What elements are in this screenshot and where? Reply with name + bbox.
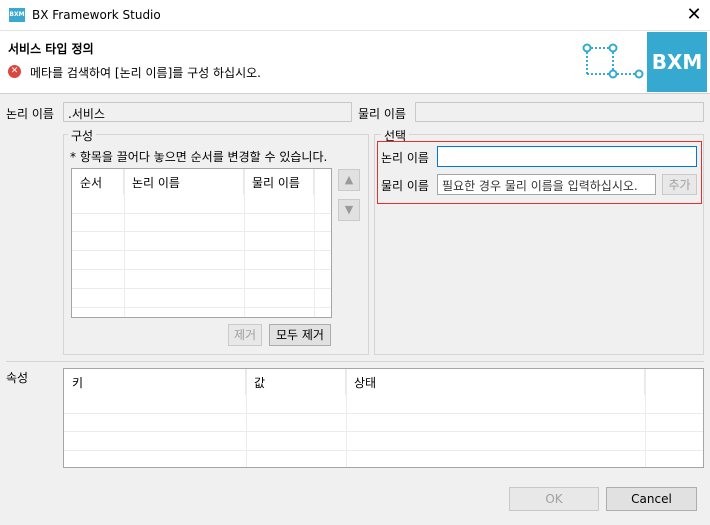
triangle-down-icon: ▼ (344, 203, 354, 216)
bxm-logo: BXM (647, 32, 707, 92)
logical-name-label: 논리 이름 (6, 107, 54, 121)
error-message: 메타를 검색하여 [논리 이름]를 구성 하십시오. (30, 66, 261, 80)
close-icon[interactable]: ✕ (682, 3, 706, 27)
add-button[interactable]: 추가 (662, 174, 697, 195)
column-header-value[interactable]: 값 (246, 369, 346, 395)
remove-button[interactable]: 제거 (228, 324, 262, 346)
selection-logical-label: 논리 이름 (381, 151, 429, 165)
app-icon: BXM (9, 8, 25, 22)
composition-table[interactable]: 순서 논리 이름 물리 이름 (71, 168, 332, 318)
window-title: BX Framework Studio (32, 8, 161, 22)
remove-all-button[interactable]: 모두 제거 (269, 324, 331, 346)
move-down-button[interactable]: ▼ (338, 199, 360, 221)
selection-physical-label: 물리 이름 (381, 179, 429, 193)
cancel-button[interactable]: Cancel (606, 487, 697, 511)
triangle-up-icon: ▲ (344, 173, 354, 186)
physical-name-field (415, 102, 704, 122)
selection-physical-input[interactable]: 필요한 경우 물리 이름을 입력하십시오. (437, 174, 656, 195)
error-icon: ✕ (8, 65, 21, 78)
column-header-status[interactable]: 상태 (346, 369, 645, 395)
logical-name-field: .서비스 (63, 102, 352, 122)
ok-button[interactable]: OK (509, 487, 599, 511)
composition-hint: * 항목을 끌어다 놓으면 순서를 변경할 수 있습니다. (70, 150, 328, 164)
column-header-logical-name[interactable]: 논리 이름 (124, 169, 244, 195)
properties-table[interactable]: 키 값 상태 (63, 368, 704, 468)
properties-label: 속성 (6, 371, 29, 385)
column-header-order[interactable]: 순서 (72, 169, 124, 195)
physical-name-label: 물리 이름 (358, 107, 406, 121)
dialog-title: 서비스 타입 정의 (8, 42, 94, 56)
column-header-physical-name[interactable]: 물리 이름 (244, 169, 314, 195)
separator (6, 361, 704, 362)
selection-logical-input[interactable] (437, 146, 697, 167)
composition-title: 구성 (68, 127, 97, 144)
move-up-button[interactable]: ▲ (338, 169, 360, 191)
column-header-key[interactable]: 키 (64, 369, 246, 395)
connector-graphic (582, 43, 644, 79)
